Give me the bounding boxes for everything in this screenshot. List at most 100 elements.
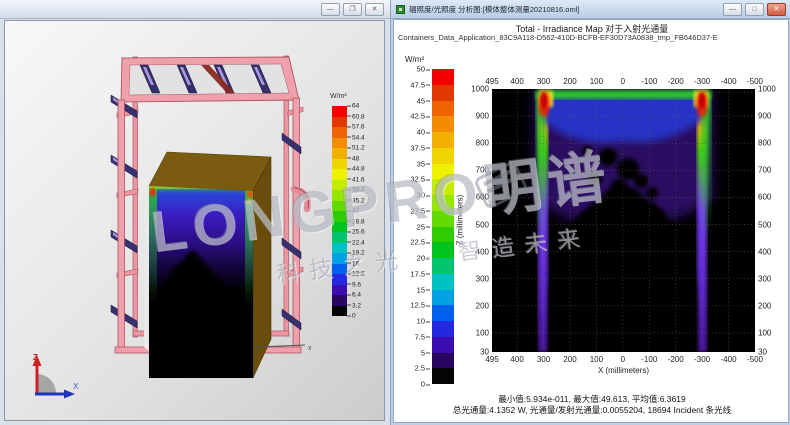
chart-subtitle: Containers_Data_Application_83C9A118-D56…	[398, 33, 789, 42]
axis-tick-label: 200	[563, 77, 576, 86]
left-3d-window: — ❐ ✕	[0, 0, 390, 425]
left-window-buttons: — ❐ ✕	[321, 3, 384, 16]
colorbar-tick-label: 22.4	[347, 239, 365, 246]
right-colorbar: 5047.54542.54037.53532.53027.52522.52017…	[402, 69, 456, 384]
axis-tick-label: 700	[455, 166, 489, 175]
window-buttons: — □ ✕	[723, 3, 786, 16]
colorbar-segment	[332, 169, 347, 180]
axis-tick-label: -100	[641, 355, 657, 364]
x-axis-ticks-bottom: 4954003002001000-100-200-300-400-500	[394, 355, 789, 365]
restore-button[interactable]: ❐	[343, 3, 362, 16]
colorbar-tick-label: 15	[402, 285, 430, 294]
left-window-titlebar[interactable]: — ❐ ✕	[0, 0, 390, 19]
colorbar-segment	[332, 211, 347, 222]
axis-tick-label: 0	[621, 355, 625, 364]
z-axis-label: Z (millimeters)	[456, 195, 465, 246]
colorbar-segment	[332, 138, 347, 149]
irradiance-window-titlebar[interactable]: 辐照度/光照度 分析图:[模体整体测量20210816.oml] — □ ✕	[391, 0, 790, 19]
maximize-button[interactable]: □	[745, 3, 764, 16]
colorbar-segment	[432, 258, 454, 274]
colorbar-segment	[432, 148, 454, 164]
colorbar-scale	[432, 69, 454, 384]
colorbar-segment	[432, 85, 454, 101]
colorbar-segment	[432, 132, 454, 148]
axis-tick-label: -300	[694, 355, 710, 364]
colorbar-tick-label: 40	[402, 128, 430, 137]
colorbar-segment	[432, 164, 454, 180]
colorbar-tick-label: 28.8	[347, 218, 365, 225]
irradiance-map-content: Total - Irradiance Map 对于入射光通量 Container…	[393, 19, 789, 423]
minimize-button[interactable]: —	[321, 3, 340, 16]
stats-line-2: 总光通量:4.1352 W, 光通量/发射光通量:0.0055204, 1869…	[414, 404, 770, 416]
minimize-button[interactable]: —	[723, 3, 742, 16]
colorbar-segment	[332, 253, 347, 264]
box-left-sliver	[144, 187, 149, 351]
heatmap-canvas	[492, 89, 755, 352]
colorbar-tick-label: 42.5	[402, 112, 430, 121]
axis-tick-label: 400	[455, 247, 489, 256]
colorbar-tick-label: 60.8	[347, 113, 365, 120]
colorbar-tick-label: 32	[347, 208, 359, 215]
close-button[interactable]: ✕	[767, 3, 786, 16]
window-app-icon	[396, 5, 405, 14]
axis-triad: Z X	[27, 349, 81, 403]
3d-viewport[interactable]: x W/m² 6460.857.654.451.24844.841.638.43…	[4, 20, 385, 421]
colorbar-segment	[432, 368, 454, 384]
colorbar-tick-label: 38.4	[347, 187, 365, 194]
colorbar-segment	[332, 190, 347, 201]
axis-tick-label: 100	[590, 77, 603, 86]
colorbar-segment	[332, 232, 347, 243]
colorbar-segment	[332, 285, 347, 296]
axis-tick-label: 600	[758, 193, 789, 202]
rack-top-frame	[121, 57, 299, 102]
colorbar-tick-label: 35	[402, 159, 430, 168]
colorbar-segment	[432, 242, 454, 258]
colorbar-tick-label: 30	[402, 191, 430, 200]
axis-tick-label: -400	[721, 77, 737, 86]
colorbar-tick-label: 10	[402, 317, 430, 326]
box-top-face	[149, 152, 271, 191]
colorbar-segment	[432, 179, 454, 195]
axis-tick-label: -200	[668, 355, 684, 364]
axis-tick-label: 300	[537, 77, 550, 86]
colorbar-tick-label: 37.5	[402, 143, 430, 152]
box-axis-label: x	[308, 345, 312, 352]
axis-tick-label: 400	[510, 355, 523, 364]
z-axis-ticks-right: 100090080070060050040030020010030	[758, 89, 789, 352]
colorbar-segment	[332, 295, 347, 306]
irradiance-map-window: 辐照度/光照度 分析图:[模体整体测量20210816.oml] — □ ✕ T…	[390, 0, 790, 425]
colorbar-segment	[332, 243, 347, 254]
colorbar-segment	[432, 337, 454, 353]
app-screen: — ❐ ✕	[0, 0, 790, 425]
heatmap-plot[interactable]	[492, 89, 755, 352]
colorbar-segment	[332, 274, 347, 285]
box-front-irradiance	[149, 181, 253, 381]
colorbar-tick-label: 3.2	[347, 302, 361, 309]
axis-tick-label: 200	[758, 301, 789, 310]
colorbar-tick-label: 44.8	[347, 166, 365, 173]
axis-tick-label: -200	[668, 77, 684, 86]
colorbar-segment	[432, 211, 454, 227]
x-axis-ticks-top: 4954003002001000-100-200-300-400-500	[394, 77, 789, 87]
triad-sector	[37, 374, 56, 393]
colorbar-tick-label: 27.5	[402, 206, 430, 215]
colorbar-tick-label: 45	[402, 96, 430, 105]
colorbar-scale	[332, 106, 347, 316]
colorbar-segment	[432, 227, 454, 243]
colorbar-unit-label: W/m²	[405, 55, 424, 64]
colorbar-tick-label: 12.5	[402, 301, 430, 310]
axis-tick-label: 700	[758, 166, 789, 175]
colorbar-tick-label: 17.5	[402, 269, 430, 278]
colorbar-tick-label: 54.4	[347, 134, 365, 141]
colorbar-segment	[432, 305, 454, 321]
axis-tick-label: -400	[721, 355, 737, 364]
axis-tick-label: 800	[758, 139, 789, 148]
colorbar-tick-label: 35.2	[347, 197, 365, 204]
colorbar-tick-label: 7.5	[402, 332, 430, 341]
axis-tick-label: 1000	[758, 85, 789, 94]
axis-tick-label: -300	[694, 77, 710, 86]
colorbar-segment	[432, 290, 454, 306]
measured-box	[144, 152, 271, 381]
close-button[interactable]: ✕	[365, 3, 384, 16]
axis-tick-label: 100	[590, 355, 603, 364]
